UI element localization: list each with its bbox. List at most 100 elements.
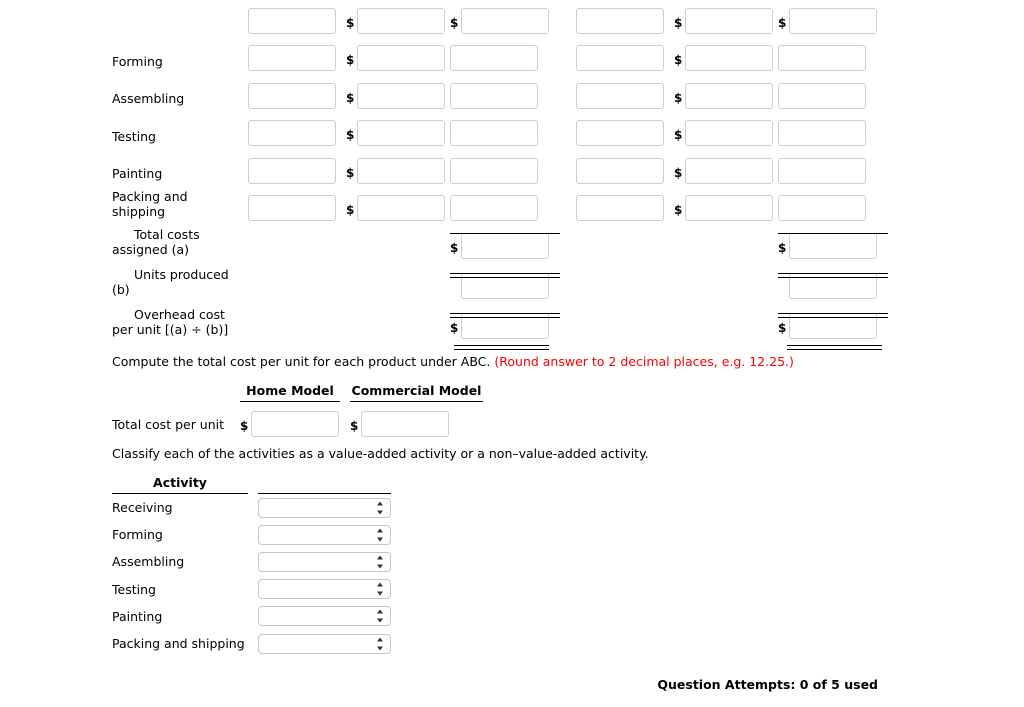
- input-comm-rate-4[interactable]: [685, 157, 774, 184]
- input-comm-cost-0[interactable]: [789, 7, 878, 34]
- cell-comm-rate: $: [674, 195, 778, 225]
- cell-home-driver: [248, 7, 346, 38]
- dollar-sign: $: [346, 165, 355, 180]
- header-spacer: [112, 399, 240, 402]
- rule-double: [450, 273, 560, 278]
- row-label: Painting: [112, 166, 163, 181]
- input-home-cost-4[interactable]: [450, 157, 538, 184]
- dollar-sign: $: [674, 128, 683, 142]
- activity-row-testing: Testing: [112, 576, 391, 603]
- input-comm-rate-5[interactable]: [685, 195, 774, 221]
- compute-instruction-text: Compute the total cost per unit for each…: [112, 354, 491, 369]
- activity-label: Testing: [112, 581, 156, 597]
- input-home-rate-5[interactable]: [357, 195, 446, 221]
- input-home-cost-3[interactable]: [450, 120, 538, 146]
- table-row: $ $ $ $: [112, 0, 892, 38]
- input-comm-driver-3[interactable]: [576, 120, 664, 146]
- input-home-rate-4[interactable]: [357, 157, 446, 184]
- dollar-sign: $: [674, 90, 683, 105]
- input-home-total-cost-per-unit[interactable]: [251, 411, 340, 437]
- input-comm-rate-0[interactable]: [685, 7, 774, 34]
- dollar-sign: $: [450, 321, 459, 335]
- cell-comm-driver: [576, 82, 674, 113]
- dollar-sign: $: [778, 321, 787, 335]
- spinner-arrows-icon: [376, 609, 383, 623]
- input-home-rate-0[interactable]: [357, 7, 446, 34]
- input-home-driver-4[interactable]: [248, 157, 336, 184]
- cell-comm-total: $: [778, 233, 904, 263]
- row-label: [112, 32, 248, 38]
- dollar-sign: $: [450, 15, 459, 30]
- input-comm-driver-4[interactable]: [576, 157, 664, 184]
- header-activity: Activity: [112, 475, 248, 494]
- input-home-total-costs[interactable]: [461, 233, 550, 259]
- cell-home-overhead: $: [450, 313, 576, 343]
- input-comm-rate-3[interactable]: [685, 120, 774, 146]
- cell-home-rate: $: [346, 195, 450, 225]
- activity-row-painting: Painting: [112, 603, 391, 630]
- input-comm-driver-1[interactable]: [576, 45, 664, 71]
- input-home-rate-3[interactable]: [357, 120, 446, 146]
- cell-home-rate: $: [346, 82, 450, 113]
- input-comm-driver-2[interactable]: [576, 82, 664, 109]
- select-classification-packing-and-shipping[interactable]: [258, 633, 391, 654]
- activity-label: Assembling: [112, 554, 185, 570]
- cell-comm-driver: [576, 195, 674, 225]
- input-home-driver-3[interactable]: [248, 120, 336, 146]
- dollar-sign: $: [450, 241, 459, 255]
- input-comm-cost-3[interactable]: [778, 120, 866, 146]
- cell-commercial-total-cost-per-unit: $: [350, 411, 450, 437]
- rule-double: [450, 313, 560, 318]
- select-classification-receiving[interactable]: [258, 497, 391, 518]
- cell-comm-driver: [576, 120, 674, 150]
- input-home-rate-2[interactable]: [357, 82, 446, 109]
- cell-home-rate: $: [346, 157, 450, 188]
- input-home-driver-0[interactable]: [248, 7, 336, 34]
- select-classification-assembling[interactable]: [258, 551, 391, 572]
- cell-home-rate: $: [346, 120, 450, 150]
- input-comm-cost-1[interactable]: [778, 45, 866, 71]
- dollar-sign: $: [346, 128, 355, 142]
- compute-instruction: Compute the total cost per unit for each…: [112, 354, 794, 369]
- table-row-total-costs: Total costs assigned (a) $ $: [112, 225, 892, 263]
- input-comm-driver-0[interactable]: [576, 7, 664, 34]
- cell-comm-driver: [576, 157, 674, 188]
- spinner-arrows-icon: [376, 582, 383, 596]
- input-home-driver-2[interactable]: [248, 82, 336, 109]
- activity-label: Receiving: [112, 500, 173, 516]
- input-comm-cost-2[interactable]: [778, 82, 866, 109]
- select-classification-painting[interactable]: [258, 606, 391, 627]
- input-comm-rate-2[interactable]: [685, 82, 774, 109]
- rule-double: [778, 273, 888, 278]
- input-comm-cost-4[interactable]: [778, 157, 866, 184]
- cell-home-cost: $: [450, 7, 576, 38]
- header-home-model: Home Model: [240, 383, 340, 402]
- input-home-rate-1[interactable]: [357, 45, 446, 71]
- select-classification-testing[interactable]: [258, 579, 391, 600]
- input-home-cost-2[interactable]: [450, 82, 538, 109]
- row-label: Packing and shipping: [112, 189, 188, 219]
- header-gap: [340, 399, 350, 402]
- input-comm-cost-5[interactable]: [778, 195, 866, 221]
- input-comm-rate-1[interactable]: [685, 45, 774, 71]
- input-home-cost-1[interactable]: [450, 45, 538, 71]
- rule-double: [778, 313, 888, 318]
- cell-comm-rate: $: [674, 82, 778, 113]
- input-home-cost-5[interactable]: [450, 195, 538, 221]
- rule-single: [450, 233, 560, 234]
- input-commercial-total-cost-per-unit[interactable]: [361, 411, 450, 437]
- dollar-sign: $: [778, 241, 787, 255]
- activity-row-assembling: Assembling: [112, 548, 391, 575]
- input-comm-total-costs[interactable]: [789, 233, 878, 259]
- input-home-driver-1[interactable]: [248, 45, 336, 71]
- input-home-cost-0[interactable]: [461, 7, 550, 34]
- cell-home-driver: [248, 157, 346, 188]
- input-home-driver-5[interactable]: [248, 195, 336, 221]
- input-comm-driver-5[interactable]: [576, 195, 664, 221]
- select-classification-forming[interactable]: [258, 524, 391, 545]
- compute-instruction-note: (Round answer to 2 decimal places, e.g. …: [494, 354, 794, 369]
- header-classification: [258, 474, 391, 494]
- per-unit-header-row: Home Model Commercial Model: [112, 383, 483, 402]
- cell-comm-cost: [778, 120, 904, 150]
- activity-label: Packing and shipping: [112, 636, 245, 652]
